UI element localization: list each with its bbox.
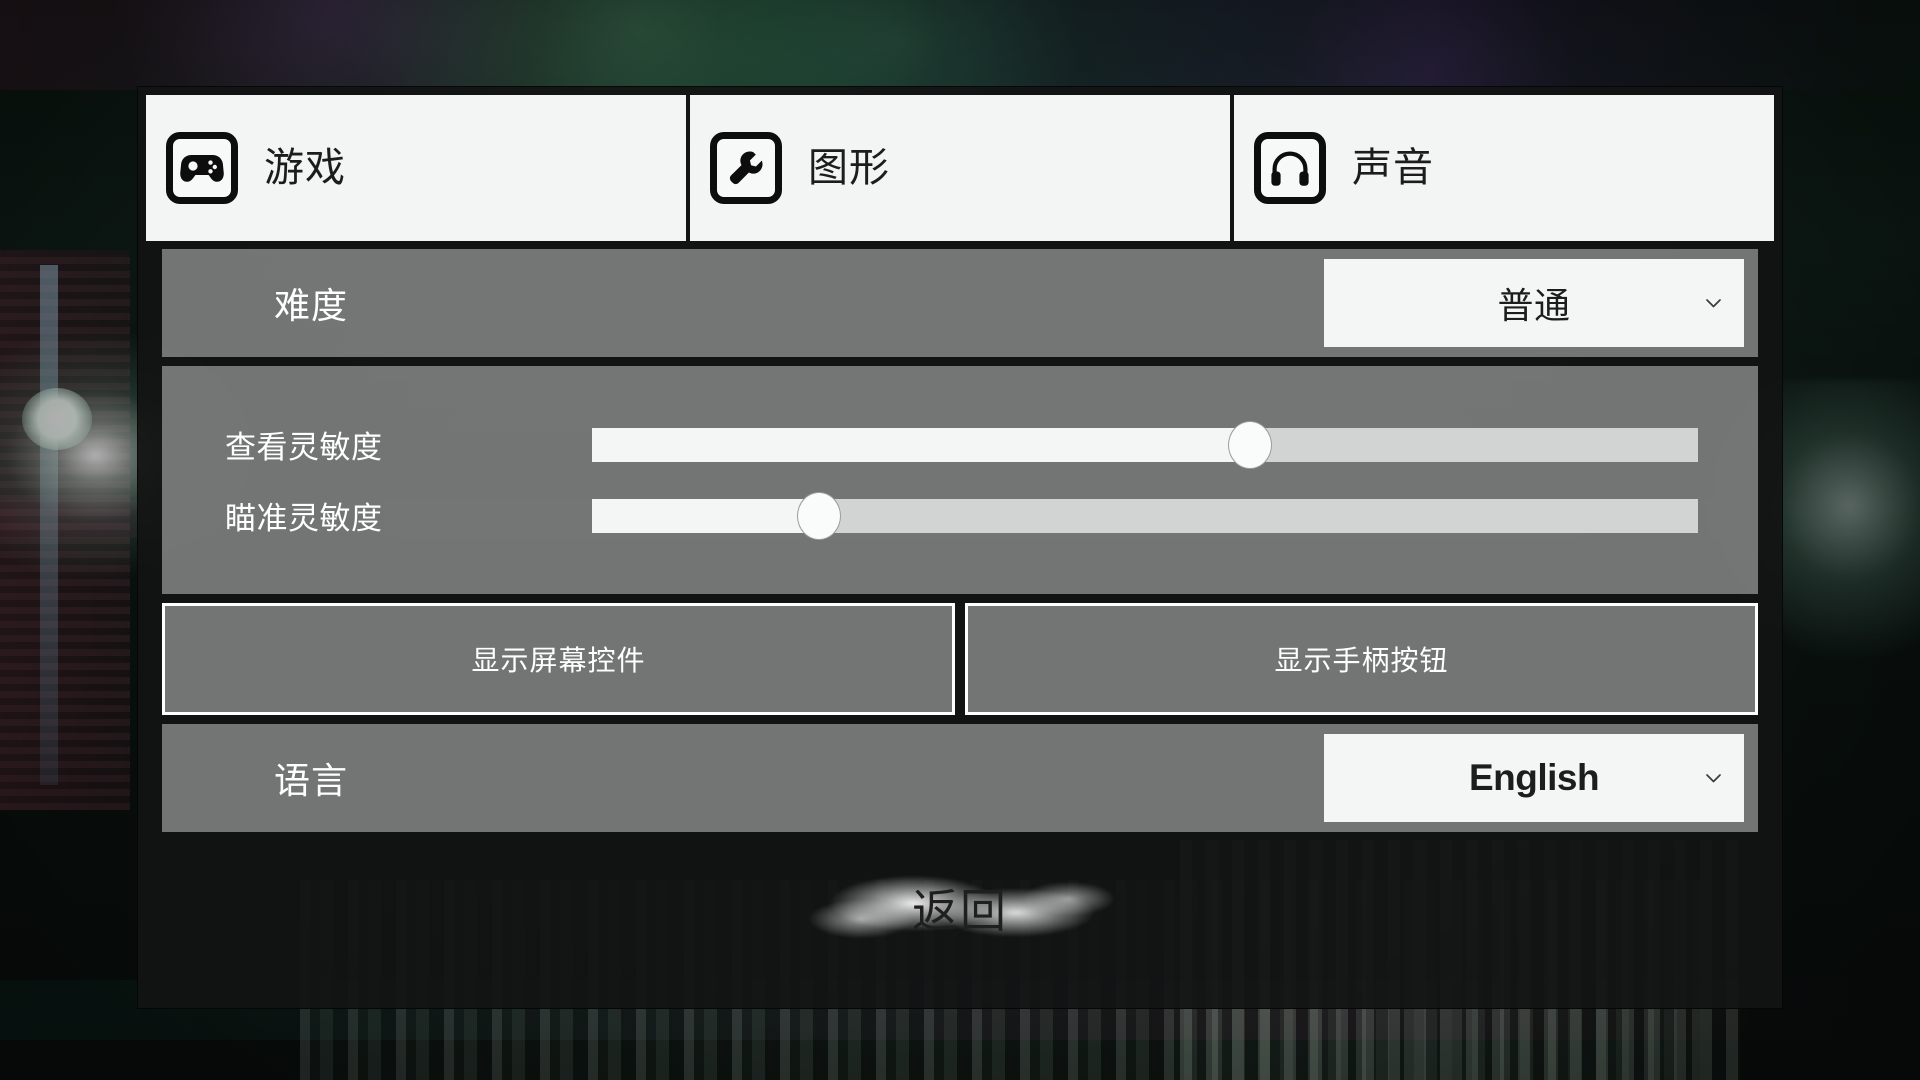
tab-sound[interactable]: 声音 <box>1234 95 1774 241</box>
settings-panel: 游戏 图形 声音 难度 普通 查看灵敏度 瞄准灵敏度 显示屏幕控件 显示手柄按钮… <box>137 86 1783 1009</box>
difficulty-select[interactable]: 普通 <box>1324 259 1744 347</box>
aim-sensitivity-handle[interactable] <box>796 491 841 540</box>
settings-tab-bar: 游戏 图形 声音 <box>142 91 1778 241</box>
settings-rows: 难度 普通 查看灵敏度 瞄准灵敏度 显示屏幕控件 显示手柄按钮 语言 Engli… <box>142 241 1778 1004</box>
wrench-icon <box>710 132 782 204</box>
show-screen-controls-button[interactable]: 显示屏幕控件 <box>162 603 955 715</box>
tab-sound-label: 声音 <box>1352 146 1434 190</box>
view-sensitivity-slider[interactable] <box>592 420 1698 469</box>
difficulty-row: 难度 普通 <box>162 249 1758 357</box>
aim-sensitivity-slider[interactable] <box>592 491 1698 540</box>
game-settings-screen: 游戏 图形 声音 难度 普通 查看灵敏度 瞄准灵敏度 显示屏幕控件 显示手柄按钮… <box>0 0 1920 1080</box>
tab-game[interactable]: 游戏 <box>146 95 686 241</box>
language-label: 语言 <box>274 760 349 801</box>
language-value: English <box>1468 757 1600 798</box>
display-toggle-row: 显示屏幕控件 显示手柄按钮 <box>162 603 1758 715</box>
tab-game-label: 游戏 <box>264 146 346 190</box>
chevron-down-icon <box>1705 295 1722 312</box>
aim-sensitivity-label: 瞄准灵敏度 <box>225 501 383 536</box>
language-select[interactable]: English <box>1324 734 1744 822</box>
view-sensitivity-row: 查看灵敏度 <box>162 420 1728 469</box>
difficulty-label: 难度 <box>274 285 349 326</box>
sensitivity-group: 查看灵敏度 瞄准灵敏度 <box>162 366 1758 594</box>
tab-graphics-label: 图形 <box>808 146 890 190</box>
gamepad-icon <box>166 132 238 204</box>
tab-graphics[interactable]: 图形 <box>690 95 1230 241</box>
chevron-down-icon <box>1705 770 1722 787</box>
headphones-icon <box>1254 132 1326 204</box>
back-button-area: 返回 <box>162 847 1758 969</box>
view-sensitivity-handle[interactable] <box>1228 420 1273 469</box>
back-button[interactable]: 返回 <box>912 875 1008 941</box>
language-row: 语言 English <box>162 724 1758 832</box>
view-sensitivity-fill <box>592 427 1251 462</box>
view-sensitivity-label: 查看灵敏度 <box>225 430 383 465</box>
aim-sensitivity-row: 瞄准灵敏度 <box>162 491 1728 540</box>
aim-sensitivity-fill <box>592 498 819 533</box>
difficulty-value: 普通 <box>1497 285 1571 326</box>
show-gamepad-buttons-button[interactable]: 显示手柄按钮 <box>965 603 1758 715</box>
